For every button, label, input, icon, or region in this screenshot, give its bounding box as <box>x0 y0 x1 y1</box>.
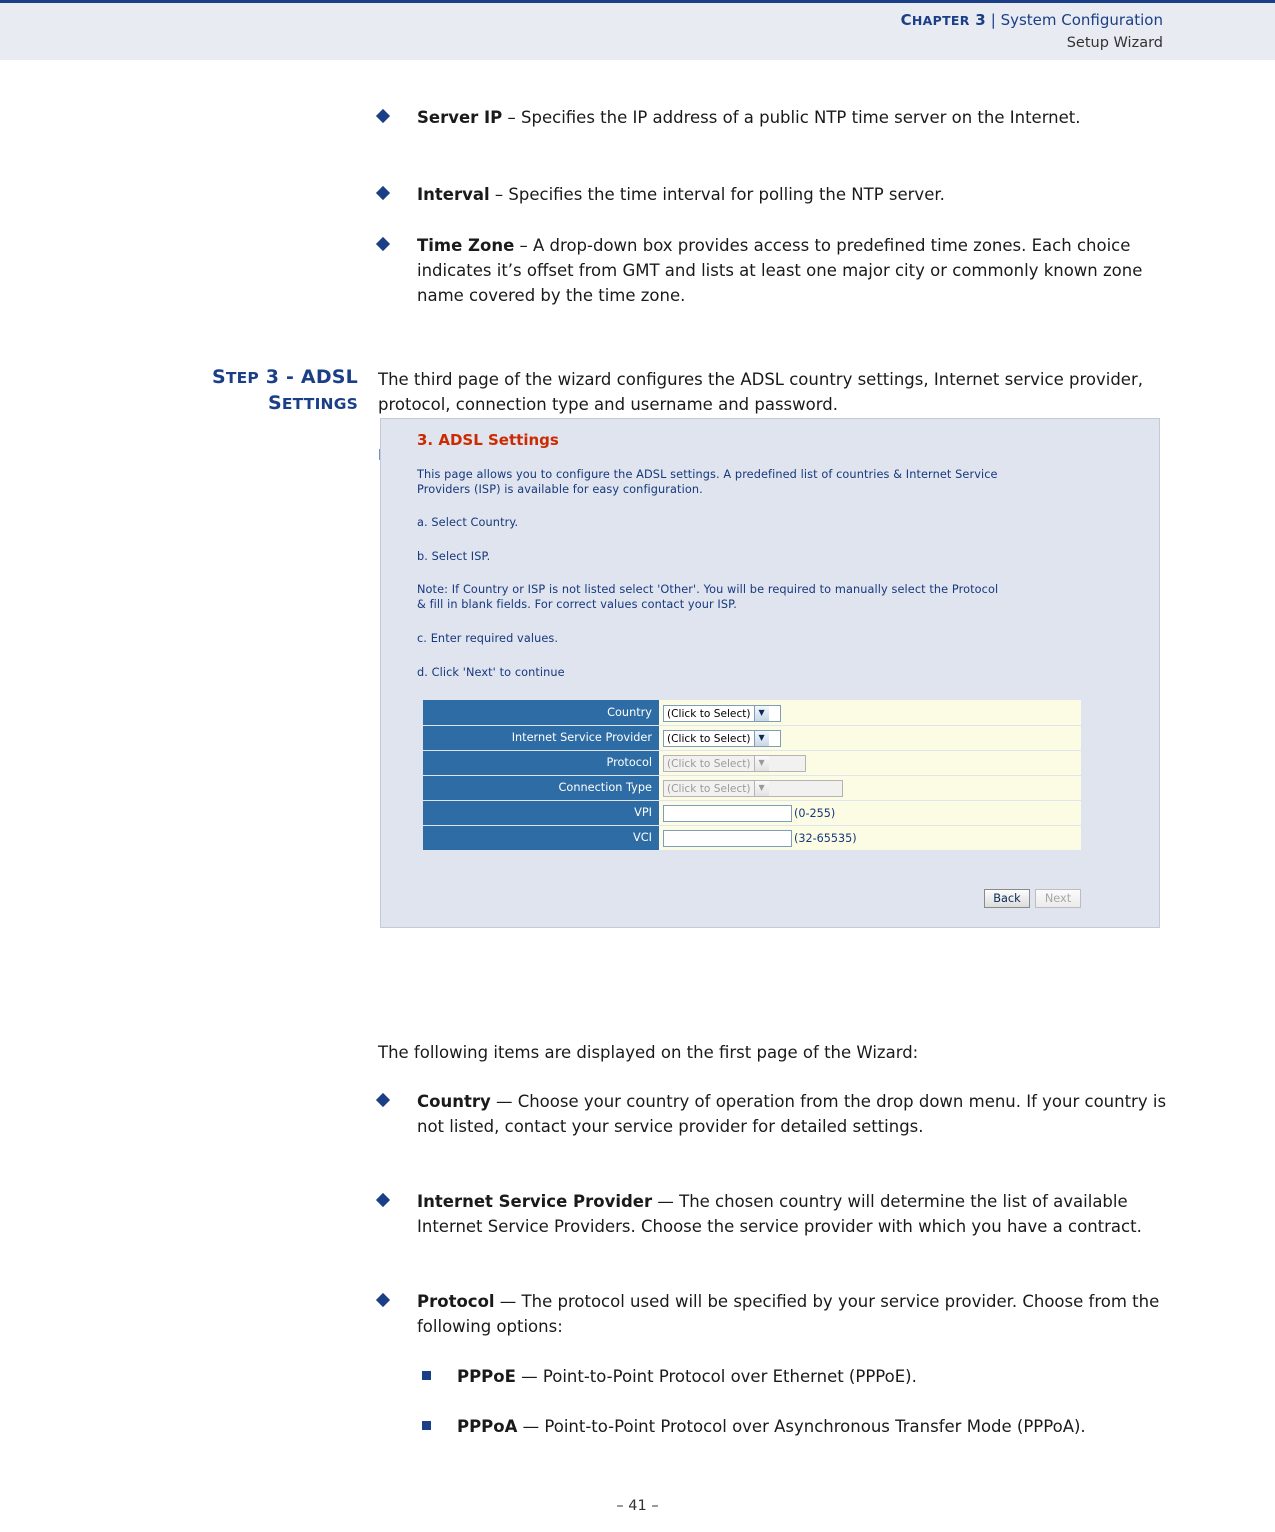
vpi-input[interactable] <box>663 805 792 822</box>
vci-range-hint: (32-65535) <box>794 832 857 845</box>
wizard-note-line1: Note: If Country or ISP is not listed se… <box>417 583 999 596</box>
header-chapter-label: CHAPTER 3 <box>900 11 986 29</box>
bullet-text: — The protocol used will be specified by… <box>417 1292 1160 1336</box>
bullet-text: – Specifies the time interval for pollin… <box>489 185 945 204</box>
intro-paragraph: The third page of the wizard configures … <box>378 370 1143 414</box>
wizard-intro-line1: This page allows you to configure the AD… <box>417 468 998 481</box>
header-subsection-label: Setup Wizard <box>1066 35 1163 51</box>
diamond-bullet-icon <box>375 1192 391 1208</box>
items-intro-paragraph: The following items are displayed on the… <box>378 1043 919 1062</box>
isp-select-value: (Click to Select) <box>667 733 751 745</box>
field-vci: (32-65535) <box>659 825 1081 851</box>
form-row-vci: VCI (32-65535) <box>423 825 1081 851</box>
header-separator: | <box>990 11 996 29</box>
form-row-protocol: Protocol (Click to Select) ▼ <box>423 750 1081 776</box>
field-connection-type: (Click to Select) ▼ <box>659 775 1081 801</box>
vpi-range-hint: (0-255) <box>794 807 836 820</box>
wizard-page-title: 3. ADSL Settings <box>417 431 559 449</box>
wizard-step-b: b. Select ISP. <box>417 550 491 563</box>
wizard-step-c: c. Enter required values. <box>417 632 559 645</box>
protocol-select-value: (Click to Select) <box>667 758 751 770</box>
bullet-term: Interval <box>417 185 490 204</box>
bullet-isp: Internet Service Provider — The chosen c… <box>375 1189 1168 1239</box>
square-bullet-icon <box>422 1421 431 1430</box>
country-select[interactable]: (Click to Select) ▼ <box>663 704 781 722</box>
connection-type-select-value: (Click to Select) <box>667 783 751 795</box>
wizard-note-line2: & fill in blank fields. For correct valu… <box>417 598 737 611</box>
adsl-settings-form: Country (Click to Select) ▼ Internet Serv… <box>423 700 1081 851</box>
diamond-bullet-icon <box>375 185 391 201</box>
header-chapter-line: CHAPTER 3 | System Configuration <box>901 11 1163 29</box>
form-row-country: Country (Click to Select) ▼ <box>423 700 1081 726</box>
back-button[interactable]: Back <box>983 889 1030 908</box>
field-country: (Click to Select) ▼ <box>659 700 1081 726</box>
header-section-label: System Configuration <box>1000 11 1163 29</box>
wizard-step-d: d. Click 'Next' to continue <box>417 666 565 679</box>
sub-bullet-pppoa: PPPoA — Point-to-Point Protocol over Asy… <box>418 1414 1168 1439</box>
wizard-button-row: Back Next <box>983 887 1081 908</box>
bullet-text: – A drop-down box provides access to pre… <box>417 236 1143 305</box>
bullet-term: Protocol <box>417 1292 495 1311</box>
square-bullet-icon <box>422 1371 431 1380</box>
chevron-down-icon: ▼ <box>753 705 769 721</box>
sub-bullet-pppoe: PPPoE — Point-to-Point Protocol over Eth… <box>418 1364 1168 1389</box>
form-row-connection-type: Connection Type (Click to Select) ▼ <box>423 775 1081 801</box>
connection-type-select[interactable]: (Click to Select) ▼ <box>663 780 843 797</box>
field-vpi: (0-255) <box>659 800 1081 826</box>
label-country: Country <box>423 700 659 726</box>
country-select-value: (Click to Select) <box>667 707 751 720</box>
bullet-country: Country — Choose your country of operati… <box>375 1089 1168 1139</box>
bullet-text: – Specifies the IP address of a public N… <box>502 108 1081 127</box>
bullet-interval: Interval – Specifies the time interval f… <box>375 182 1168 207</box>
chevron-down-icon: ▼ <box>753 756 769 771</box>
wizard-step-a: a. Select Country. <box>417 516 519 529</box>
bullet-term: Country <box>417 1092 491 1111</box>
wizard-intro-line2: Providers (ISP) is available for easy co… <box>417 483 703 496</box>
label-vpi: VPI <box>423 800 659 826</box>
wizard-step3-screenshot: 3. ADSL Settings This page allows you to… <box>380 418 1160 928</box>
bullet-protocol: Protocol — The protocol used will be spe… <box>375 1289 1168 1339</box>
chevron-down-icon: ▼ <box>753 731 769 746</box>
side-heading-step3: STEP 3 - ADSL SETTINGS <box>120 365 358 417</box>
bullet-server-ip: Server IP – Specifies the IP address of … <box>375 105 1168 130</box>
label-isp: Internet Service Provider <box>423 725 659 751</box>
bullet-term: Time Zone <box>417 236 515 255</box>
bullet-text: — Choose your country of operation from … <box>417 1092 1167 1136</box>
diamond-bullet-icon <box>375 236 391 252</box>
chevron-down-icon: ▼ <box>753 781 769 796</box>
label-vci: VCI <box>423 825 659 851</box>
sub-bullet-term: PPPoE <box>457 1367 516 1386</box>
field-isp: (Click to Select) ▼ <box>659 725 1081 751</box>
vci-input[interactable] <box>663 830 792 847</box>
form-row-vpi: VPI (0-255) <box>423 800 1081 826</box>
form-row-isp: Internet Service Provider (Click to Sele… <box>423 725 1081 751</box>
field-protocol: (Click to Select) ▼ <box>659 750 1081 776</box>
protocol-select[interactable]: (Click to Select) ▼ <box>663 755 806 772</box>
diamond-bullet-icon <box>375 108 391 124</box>
diamond-bullet-icon <box>375 1092 391 1108</box>
sub-bullet-term: PPPoA <box>457 1417 518 1436</box>
page-header: CHAPTER 3 | System Configuration Setup W… <box>0 0 1275 60</box>
next-button[interactable]: Next <box>1035 889 1081 908</box>
side-heading-line2: SETTINGS <box>267 392 358 414</box>
bullet-term: Internet Service Provider <box>417 1192 653 1211</box>
label-connection-type: Connection Type <box>423 775 659 801</box>
page-number: – 41 – <box>616 1498 659 1514</box>
sub-bullet-text: — Point-to-Point Protocol over Ethernet … <box>515 1367 917 1386</box>
side-heading-line1: STEP 3 - ADSL <box>211 366 358 388</box>
diamond-bullet-icon <box>375 1292 391 1308</box>
sub-bullet-text: — Point-to-Point Protocol over Asynchron… <box>517 1417 1086 1436</box>
bullet-term: Server IP <box>417 108 503 127</box>
label-protocol: Protocol <box>423 750 659 776</box>
isp-select[interactable]: (Click to Select) ▼ <box>663 730 781 747</box>
bullet-time-zone: Time Zone – A drop-down box provides acc… <box>375 233 1168 308</box>
